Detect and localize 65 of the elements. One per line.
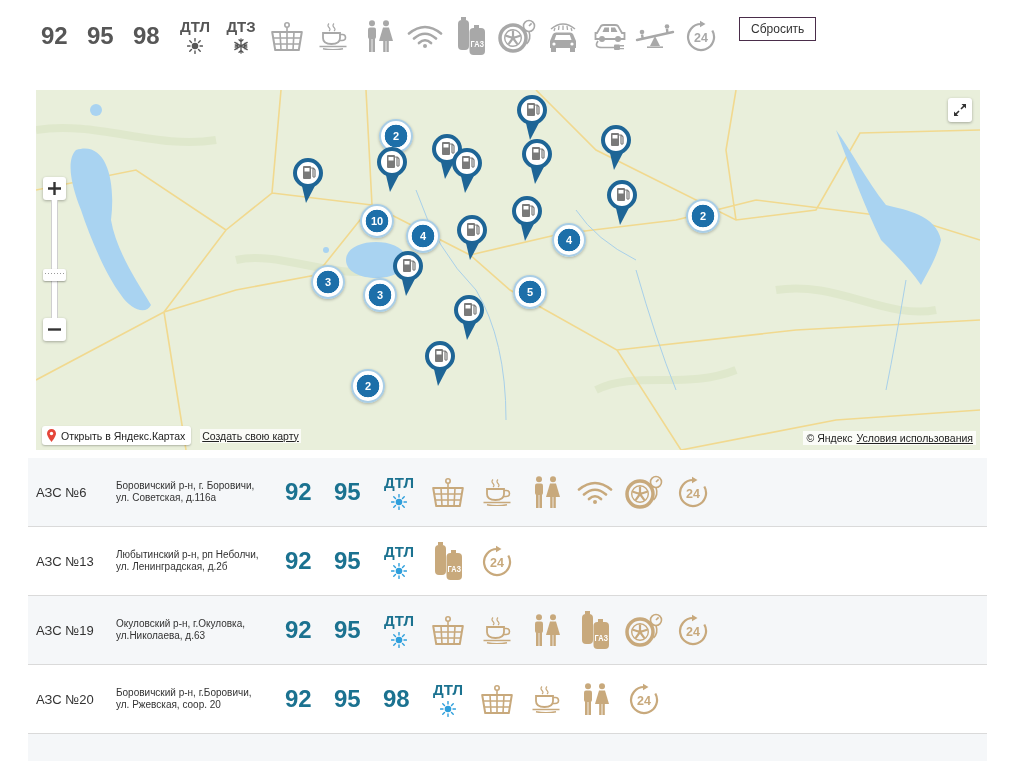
fuel-pin-marker[interactable]	[293, 158, 323, 203]
basket-icon	[432, 615, 464, 645]
basket-icon	[481, 684, 513, 714]
diesel-label: ДТЛ	[433, 681, 463, 697]
fuel-grade: 95	[334, 685, 362, 713]
station-address: Любытинский р-н, рп Неболчи, ул. Ленинградская, д.2б	[116, 549, 260, 573]
fuel-pin-marker[interactable]	[517, 95, 547, 140]
station-address: Боровичский р-н, г. Боровичи, ул. Советская, д.116а	[116, 480, 256, 504]
station-name: АЗС №13	[36, 553, 95, 569]
fuel-grade: 92	[285, 547, 313, 575]
basket-icon	[432, 477, 464, 507]
fuel-pin-marker[interactable]	[601, 125, 631, 170]
coffee-cup-icon	[482, 478, 512, 506]
minus-icon	[48, 328, 61, 331]
fuel-pin-marker[interactable]	[607, 180, 637, 225]
fuel-pin-marker[interactable]	[454, 295, 484, 340]
sun-icon	[440, 700, 456, 717]
zoom-out-button[interactable]	[43, 318, 66, 341]
location-pin-icon	[47, 429, 56, 442]
sun-icon	[187, 37, 203, 54]
diesel-filter-button[interactable]: ДТЛ	[179, 18, 211, 54]
terms-link[interactable]: Условия использования	[856, 432, 973, 444]
fuel-grade: 92	[285, 685, 313, 713]
diesel-label: ДТЛ	[384, 612, 414, 628]
station-address: Боровичский р-н, г.Боровичи, ул. Ржевская, соор. 20	[116, 687, 253, 711]
fuel-grade: 95	[334, 478, 362, 506]
sun-icon	[391, 631, 407, 648]
fullscreen-button[interactable]	[948, 98, 972, 122]
fuel-pin-marker[interactable]	[425, 341, 455, 386]
fuel-filter-button[interactable]: 92	[41, 22, 73, 50]
plus-icon	[48, 182, 61, 195]
station-name: АЗС №19	[36, 622, 95, 638]
coffee-cup-icon	[482, 616, 512, 644]
fuel-pin-marker[interactable]	[457, 215, 487, 260]
reset-button[interactable]: Сбросить	[739, 17, 817, 41]
fuel-grade: 98	[383, 685, 411, 713]
snowflake-icon	[233, 37, 249, 54]
fuel-grade: 92	[285, 478, 313, 506]
fuel-pin-marker[interactable]	[452, 148, 482, 193]
fuel-pin-marker[interactable]	[393, 251, 423, 296]
fuel-pin-marker[interactable]	[377, 147, 407, 192]
sun-icon	[391, 562, 407, 579]
wifi-icon	[577, 480, 613, 504]
diesel-label: ДТЛ	[384, 543, 414, 559]
fuel-pin-marker[interactable]	[522, 139, 552, 184]
station-address: Окуловский р-н, г.Окуловка, ул.Николаева, д.63	[116, 618, 247, 642]
open-in-maps-link[interactable]: Открыть в Яндекс.Картах	[42, 426, 192, 445]
sun-icon	[391, 493, 407, 510]
fuel-filter-button[interactable]: 98	[133, 22, 165, 50]
station-name: АЗС №20	[36, 691, 95, 707]
expand-icon	[954, 104, 966, 116]
fuel-filter-button[interactable]: 95	[87, 22, 119, 50]
coffee-cup-icon	[531, 685, 561, 713]
copyright-text: © Яндекс	[806, 432, 853, 444]
fuel-grade: 95	[334, 616, 362, 644]
tire-gauge-icon	[625, 613, 663, 647]
zoom-in-button[interactable]	[43, 177, 66, 200]
fuel-grade: 92	[285, 616, 313, 644]
zoom-slider-thumb[interactable]	[43, 268, 66, 281]
fuel-grade: 95	[334, 547, 362, 575]
tire-gauge-icon	[625, 475, 663, 509]
station-name: АЗС №6	[36, 484, 88, 500]
diesel-filter-button[interactable]: ДТЗ	[225, 18, 257, 54]
diesel-label: ДТЛ	[384, 474, 414, 490]
fuel-pin-marker[interactable]	[512, 196, 542, 241]
